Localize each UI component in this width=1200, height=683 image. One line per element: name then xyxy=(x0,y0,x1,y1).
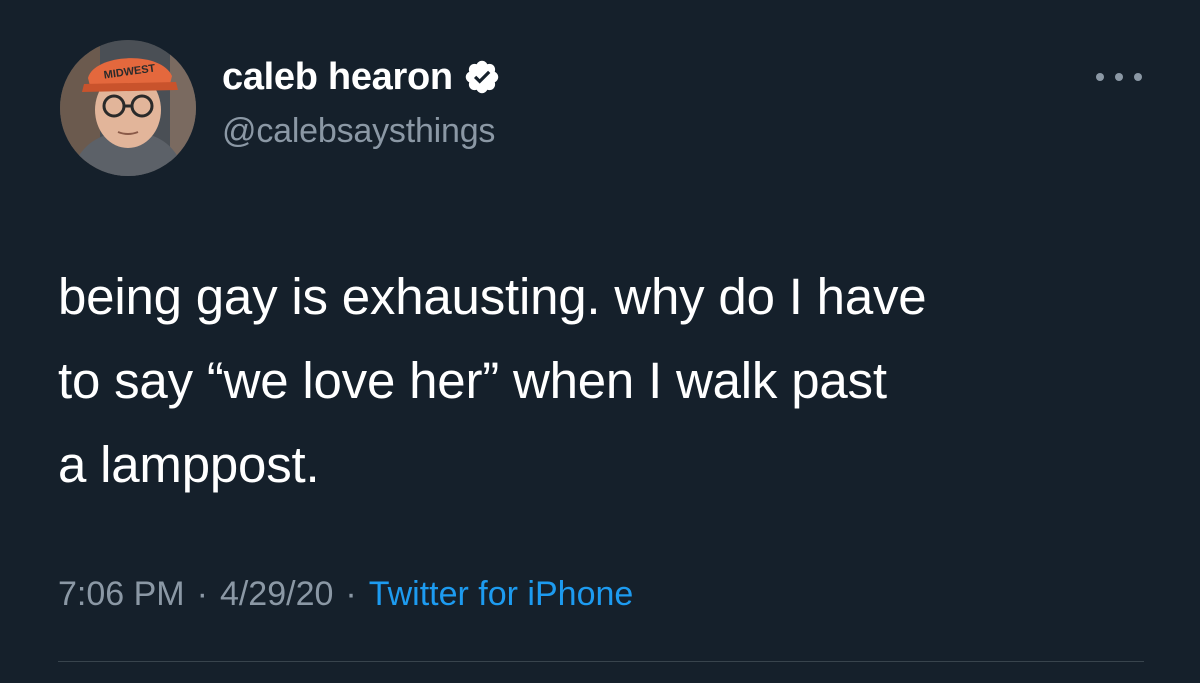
tweet-text: being gay is exhausting. why do I have t… xyxy=(58,255,1158,507)
tweet-meta: 7:06 PM · 4/29/20 · Twitter for iPhone xyxy=(58,575,633,614)
author-display-name[interactable]: caleb hearon xyxy=(222,56,453,99)
more-options-icon xyxy=(1134,73,1142,81)
tweet-text-line: a lamppost. xyxy=(58,436,320,493)
divider xyxy=(58,661,1144,662)
meta-separator: · xyxy=(196,575,208,613)
more-options-icon xyxy=(1096,73,1104,81)
author-handle[interactable]: @calebsaysthings xyxy=(222,112,495,151)
author-name-row[interactable]: caleb hearon xyxy=(222,52,501,102)
avatar-photo: MIDWEST xyxy=(60,40,196,176)
more-options-icon xyxy=(1115,73,1123,81)
tweet-date[interactable]: 4/29/20 xyxy=(220,575,333,614)
tweet-text-line: being gay is exhausting. why do I have xyxy=(58,268,927,325)
meta-separator: · xyxy=(345,575,357,613)
more-options-button[interactable] xyxy=(1096,62,1142,92)
tweet-time[interactable]: 7:06 PM xyxy=(58,575,185,614)
verified-badge-icon xyxy=(465,60,499,94)
avatar[interactable]: MIDWEST xyxy=(60,40,196,176)
tweet-source-link[interactable]: Twitter for iPhone xyxy=(369,575,634,614)
tweet-text-line: to say “we love her” when I walk past xyxy=(58,352,887,409)
